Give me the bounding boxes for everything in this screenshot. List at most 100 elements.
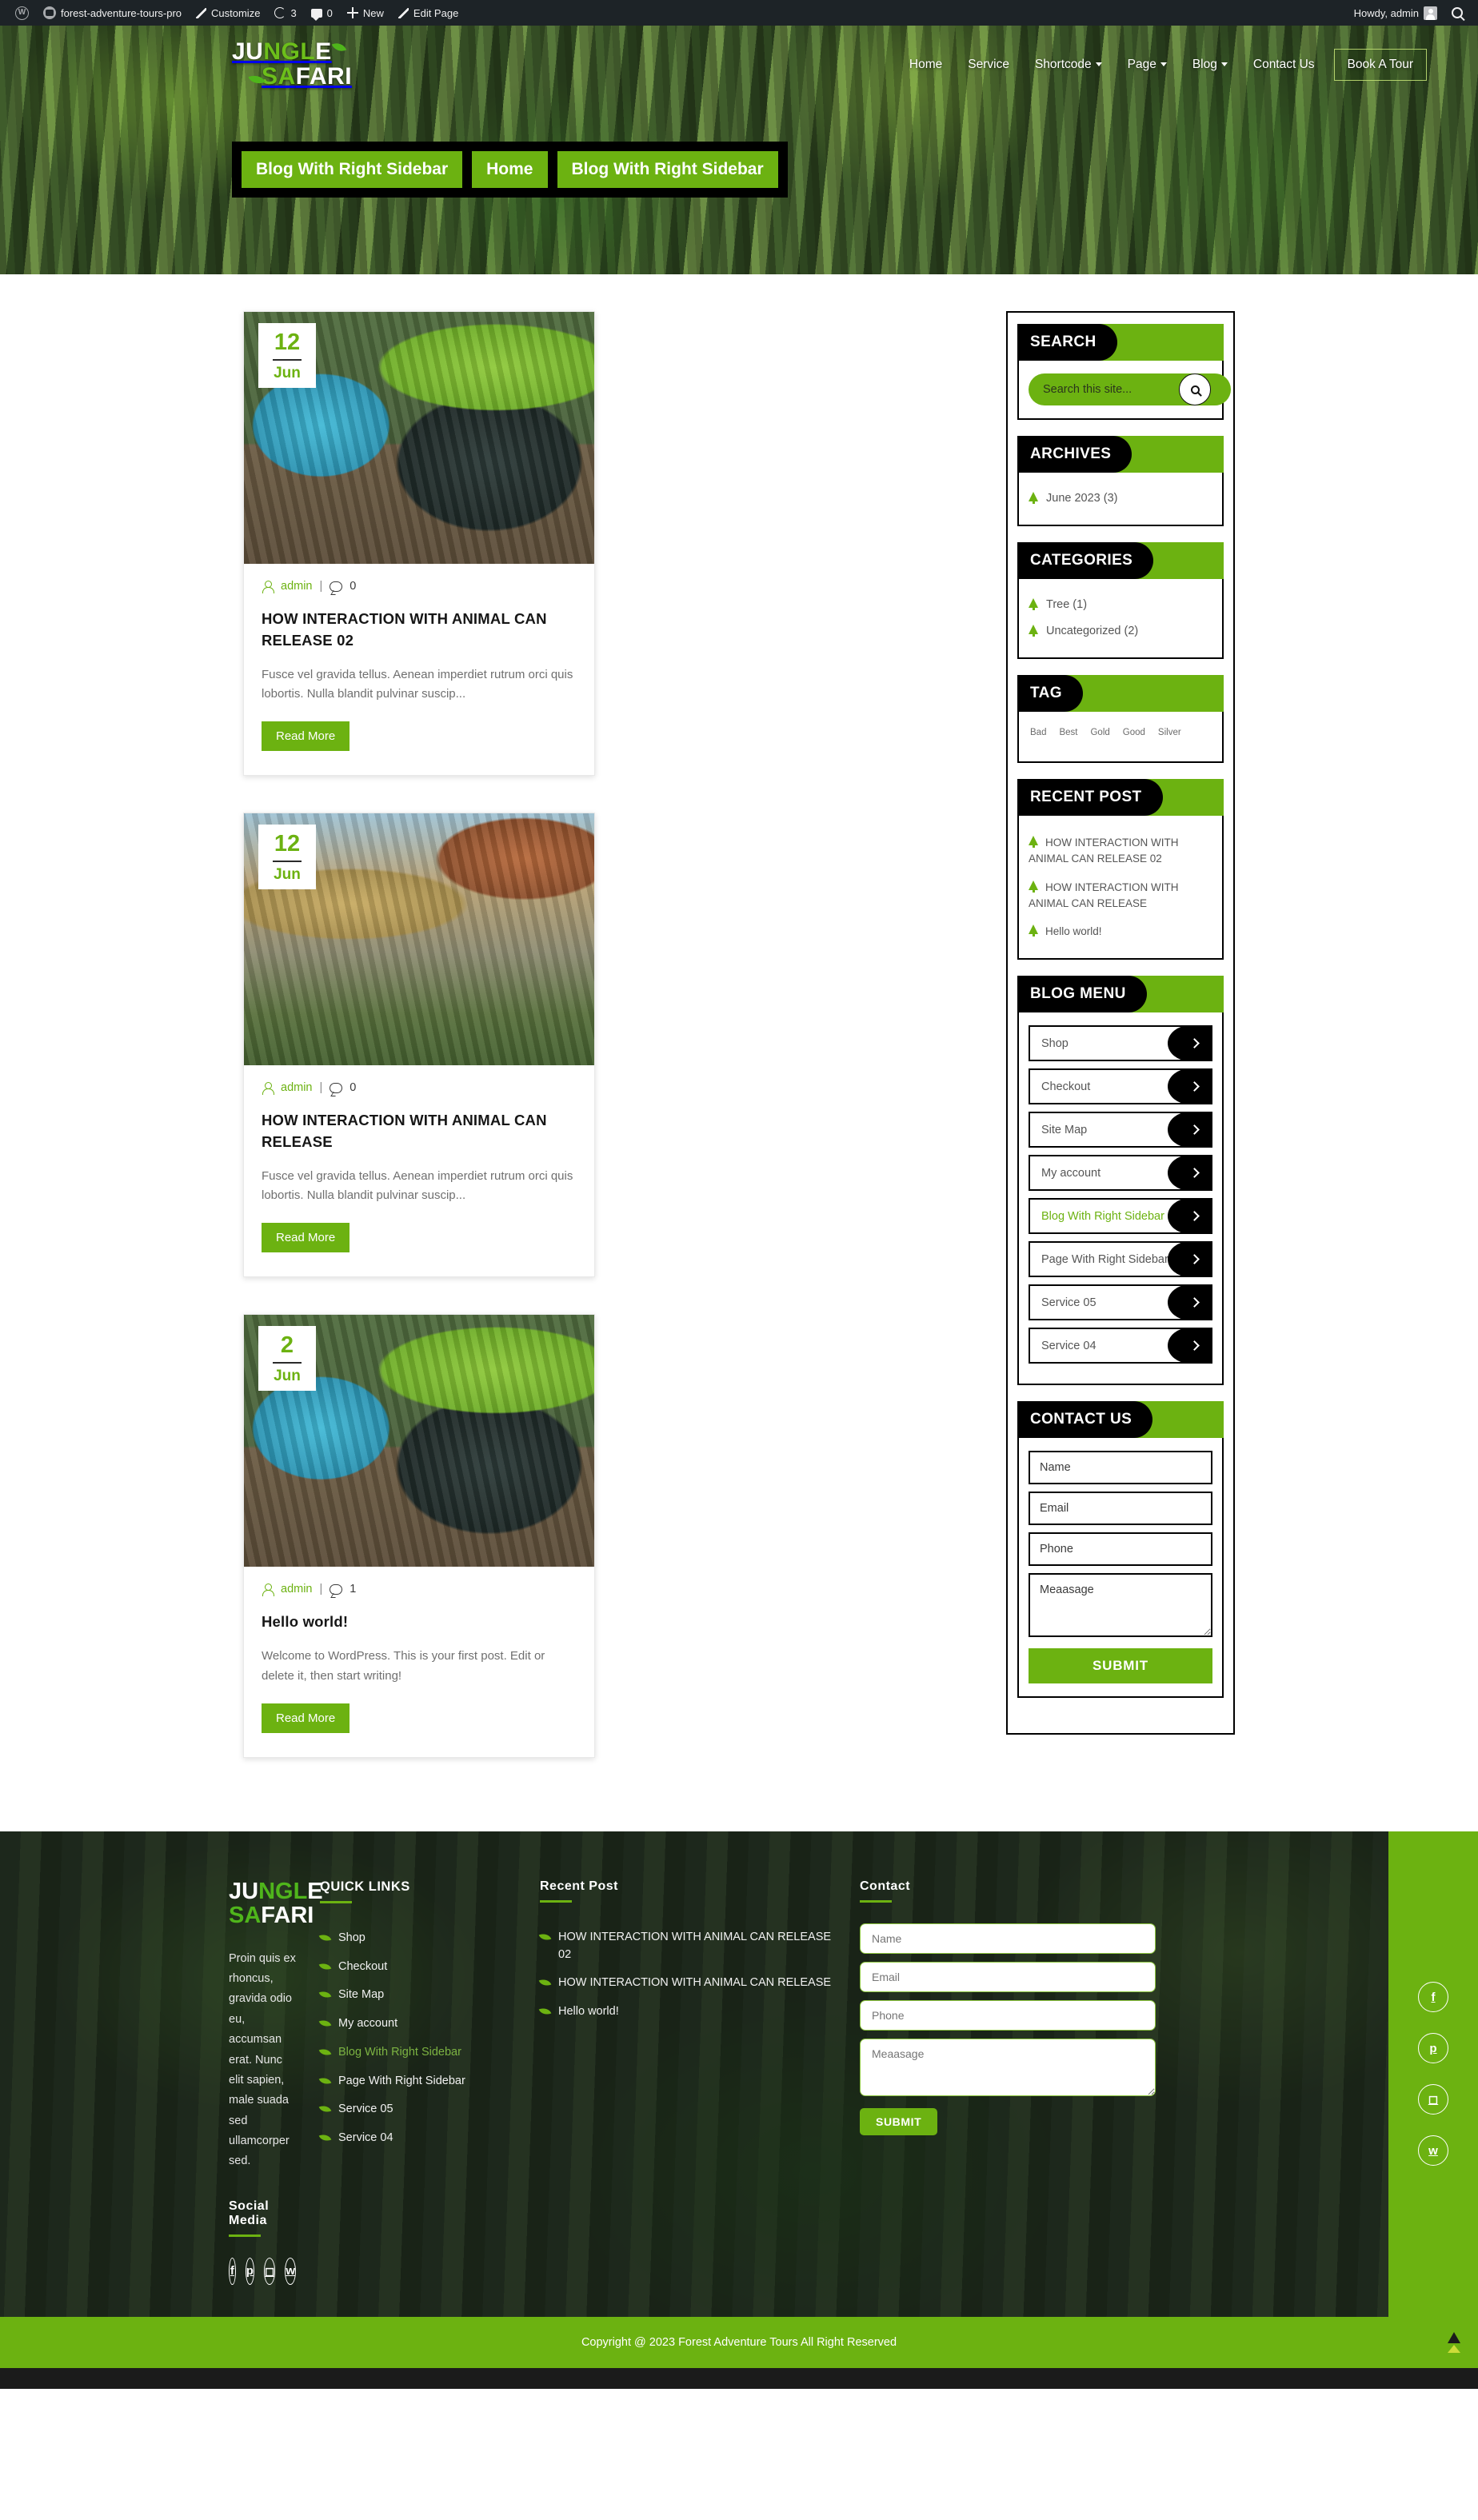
email-field[interactable] xyxy=(1029,1492,1212,1526)
list-item[interactable]: HOW INTERACTION WITH ANIMAL CAN RELEASE … xyxy=(538,1923,836,1970)
post-card[interactable]: 2 Jun admin | 1 Hello world! Welcome to … xyxy=(243,1314,595,1758)
leaf-icon xyxy=(538,2006,552,2018)
phone-field[interactable] xyxy=(860,1999,1156,2031)
read-more-button[interactable]: Read More xyxy=(262,721,350,752)
post-thumbnail[interactable]: 2 Jun xyxy=(244,1315,594,1568)
new-content-link[interactable]: New xyxy=(340,0,391,26)
list-item[interactable]: HOW INTERACTION WITH ANIMAL CAN RELEASE … xyxy=(1029,829,1212,873)
menu-item-site-map[interactable]: Site Map xyxy=(1029,1112,1212,1148)
customize-link[interactable]: Customize xyxy=(189,0,267,26)
list-item[interactable]: Shop xyxy=(318,1924,516,1953)
instagram-icon[interactable]: ◻ xyxy=(263,2257,276,2285)
breadcrumb-item-current[interactable]: Blog With Right Sidebar xyxy=(557,151,778,189)
tag-link[interactable]: Bad xyxy=(1030,728,1046,737)
updates-link[interactable]: 3 xyxy=(267,0,303,26)
list-item[interactable]: Service 05 xyxy=(318,2095,516,2124)
menu-item-page-with-right-sidebar[interactable]: Page With Right Sidebar xyxy=(1029,1241,1212,1278)
post-card[interactable]: 12 Jun admin | 0 HOW INTERACTION WITH AN… xyxy=(243,311,595,777)
widget-title: BLOG MENU xyxy=(1017,976,1147,1013)
post-author[interactable]: admin xyxy=(281,1081,313,1094)
list-item[interactable]: Page With Right Sidebar xyxy=(318,2067,516,2096)
list-item[interactable]: Hello world! xyxy=(1029,917,1212,945)
email-field[interactable] xyxy=(860,1961,1156,1992)
chevron-right-icon xyxy=(1168,1113,1211,1147)
list-item[interactable]: Site Map xyxy=(318,1981,516,2010)
pinterest-icon[interactable]: p xyxy=(245,2257,254,2285)
new-label: New xyxy=(362,6,384,19)
admin-search-button[interactable] xyxy=(1444,0,1470,26)
twitter-icon[interactable]: w xyxy=(285,2257,296,2285)
meta-separator: | xyxy=(319,1583,323,1596)
account-menu[interactable]: Howdy, admin xyxy=(1347,0,1444,26)
list-item[interactable]: Blog With Right Sidebar xyxy=(318,2039,516,2067)
scroll-to-top-button[interactable] xyxy=(1448,2331,1460,2353)
menu-item-service-05[interactable]: Service 05 xyxy=(1029,1284,1212,1321)
post-thumbnail[interactable]: 12 Jun xyxy=(244,312,594,564)
nav-item-contact-us[interactable]: Contact Us xyxy=(1240,50,1328,80)
post-date-month: Jun xyxy=(274,866,301,884)
tag-link[interactable]: Best xyxy=(1059,728,1077,737)
tag-link[interactable]: Good xyxy=(1123,728,1145,737)
message-field[interactable] xyxy=(1029,1573,1212,1638)
read-more-button[interactable]: Read More xyxy=(262,1703,350,1733)
menu-item-shop[interactable]: Shop xyxy=(1029,1025,1212,1062)
list-item[interactable]: Tree (1) xyxy=(1029,592,1212,618)
logo-part-5: FARI xyxy=(261,1903,314,1929)
post-card[interactable]: 12 Jun admin | 0 HOW INTERACTION WITH AN… xyxy=(243,813,595,1278)
post-title[interactable]: HOW INTERACTION WITH ANIMAL CAN RELEASE xyxy=(262,1110,577,1153)
instagram-icon[interactable]: ◻ xyxy=(1418,2084,1448,2115)
footer-logo[interactable]: JUNGLE SAFARI xyxy=(229,1879,323,1928)
nav-item-home[interactable]: Home xyxy=(897,50,955,80)
tag-link[interactable]: Silver xyxy=(1158,728,1181,737)
breadcrumb-page-title[interactable]: Blog With Right Sidebar xyxy=(242,151,463,189)
nav-item-blog[interactable]: Blog xyxy=(1180,50,1240,80)
post-title[interactable]: HOW INTERACTION WITH ANIMAL CAN RELEASE … xyxy=(262,609,577,652)
menu-item-checkout[interactable]: Checkout xyxy=(1029,1068,1212,1105)
facebook-icon[interactable]: f xyxy=(229,2257,236,2285)
post-thumbnail[interactable]: 12 Jun xyxy=(244,813,594,1066)
menu-item-blog-with-right-sidebar[interactable]: Blog With Right Sidebar xyxy=(1029,1198,1212,1235)
list-item: Site Map xyxy=(1029,1112,1212,1148)
menu-item-service-04[interactable]: Service 04 xyxy=(1029,1328,1212,1364)
post-author[interactable]: admin xyxy=(281,580,313,593)
phone-field[interactable] xyxy=(1029,1532,1212,1567)
name-field[interactable] xyxy=(860,1923,1156,1954)
submit-button[interactable]: SUBMIT xyxy=(860,2107,938,2135)
list-item[interactable]: HOW INTERACTION WITH ANIMAL CAN RELEASE xyxy=(1029,873,1212,918)
comments-link[interactable]: 0 xyxy=(304,0,340,26)
nav-item-page[interactable]: Page xyxy=(1115,50,1180,80)
list-item[interactable]: Checkout xyxy=(318,1953,516,1982)
link-label: My account xyxy=(338,2017,398,2031)
list-item[interactable]: Service 04 xyxy=(318,2124,516,2153)
site-logo[interactable]: JUNGLE SAFARI xyxy=(232,38,352,89)
post-author[interactable]: admin xyxy=(281,1583,313,1595)
list-item[interactable]: June 2023 (3) xyxy=(1029,485,1212,512)
list-item[interactable]: Uncategorized (2) xyxy=(1029,618,1212,645)
tag-link[interactable]: Gold xyxy=(1090,728,1109,737)
search-button[interactable] xyxy=(1179,373,1211,405)
logo-part-3: E xyxy=(315,38,332,65)
twitter-icon[interactable]: w xyxy=(1418,2135,1448,2167)
pinterest-icon[interactable]: p xyxy=(1418,2033,1448,2064)
facebook-icon[interactable]: f xyxy=(1418,1982,1448,2013)
submit-button[interactable]: SUBMIT xyxy=(1029,1648,1212,1684)
book-a-tour-button[interactable]: Book A Tour xyxy=(1333,48,1427,81)
list-item[interactable]: HOW INTERACTION WITH ANIMAL CAN RELEASE xyxy=(538,1969,836,1998)
list-item[interactable]: Hello world! xyxy=(538,1998,836,2027)
post-meta: admin | 0 xyxy=(262,580,577,593)
list-item[interactable]: My account xyxy=(318,2010,516,2039)
name-field[interactable] xyxy=(1029,1451,1212,1485)
menu-item-my-account[interactable]: My account xyxy=(1029,1155,1212,1192)
wordpress-logo-menu[interactable] xyxy=(8,0,36,26)
site-name-menu[interactable]: forest-adventure-tours-pro xyxy=(36,0,189,26)
breadcrumb-item-home[interactable]: Home xyxy=(472,151,548,189)
nav-item-service[interactable]: Service xyxy=(955,50,1022,80)
read-more-button[interactable]: Read More xyxy=(262,1223,350,1253)
post-title[interactable]: Hello world! xyxy=(262,1611,577,1633)
nav-item-shortcode[interactable]: Shortcode xyxy=(1022,50,1115,80)
category-label: Tree (1) xyxy=(1046,598,1088,612)
message-field[interactable] xyxy=(860,2038,1156,2096)
social-media-heading: Social Media xyxy=(229,2199,296,2237)
logo-part-2: NGL xyxy=(263,38,316,65)
edit-page-link[interactable]: Edit Page xyxy=(391,0,465,26)
